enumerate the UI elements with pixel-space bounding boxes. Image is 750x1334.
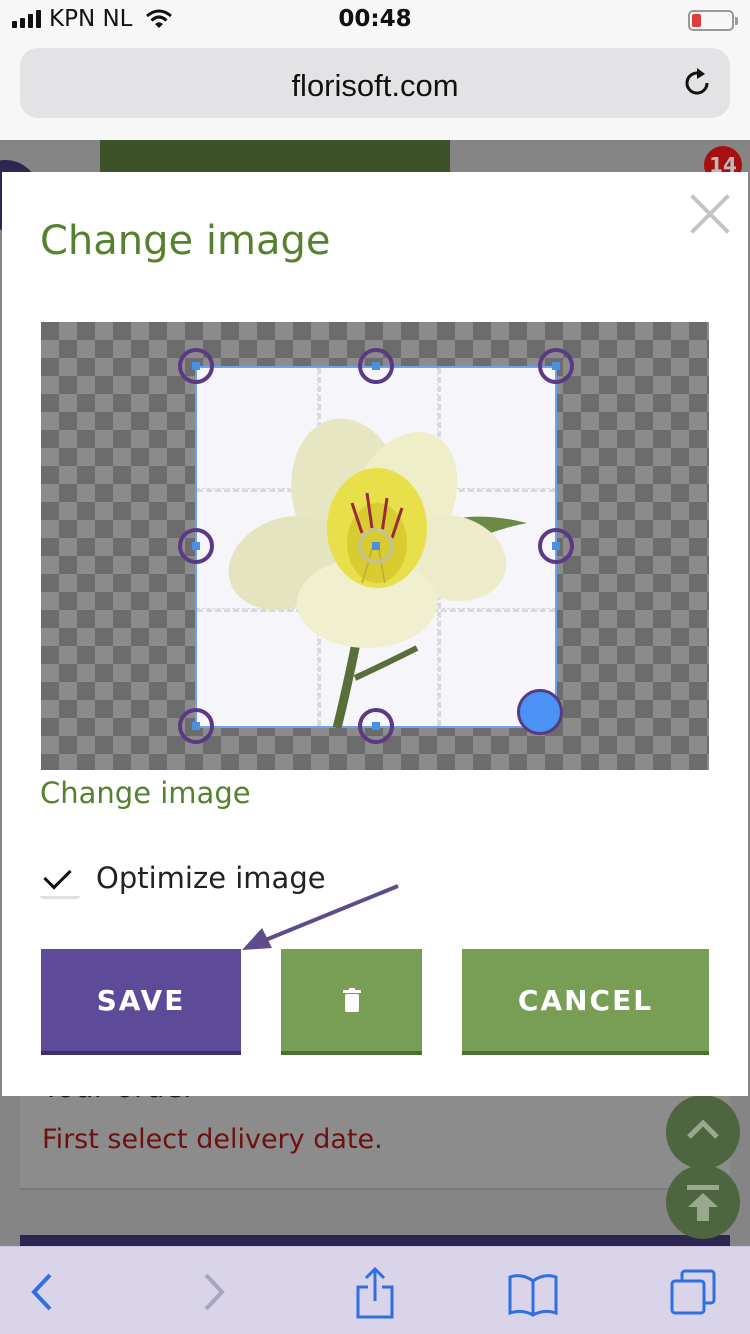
status-time: 00:48 <box>338 6 412 32</box>
trash-icon <box>342 988 361 1012</box>
tabs-icon[interactable] <box>666 1265 720 1319</box>
scroll-top-icon <box>687 1185 719 1221</box>
address-bar[interactable]: florisoft.com <box>20 48 730 118</box>
bookmarks-icon[interactable] <box>506 1265 560 1319</box>
url-text[interactable]: florisoft.com <box>20 68 730 104</box>
browser-chrome: florisoft.com <box>0 40 750 140</box>
crop-handle-top-right[interactable] <box>538 348 574 384</box>
back-icon[interactable] <box>16 1265 70 1319</box>
delete-button[interactable] <box>281 949 422 1055</box>
share-icon[interactable] <box>348 1265 402 1319</box>
close-icon[interactable] <box>690 194 730 234</box>
status-bar: KPN NL 00:48 <box>0 0 750 40</box>
crop-handle-bottom-left[interactable] <box>178 708 214 744</box>
annotation-arrow <box>242 884 399 950</box>
forward-icon[interactable] <box>186 1265 240 1319</box>
modal-title: Change image <box>40 218 331 264</box>
save-button[interactable]: SAVE <box>41 949 241 1055</box>
reload-icon[interactable] <box>680 66 714 100</box>
browser-toolbar <box>0 1246 750 1334</box>
change-image-link[interactable]: Change image <box>40 776 251 810</box>
scroll-up-button[interactable] <box>666 1095 740 1169</box>
flower-image <box>228 418 527 728</box>
delivery-date-message: First select delivery date. <box>42 1124 383 1155</box>
crop-handle-right[interactable] <box>538 528 574 564</box>
battery-icon <box>688 10 738 31</box>
change-image-modal: Change image Change image Optimize image… <box>2 172 748 1096</box>
cancel-button[interactable]: CANCEL <box>462 949 709 1055</box>
crop-handle-top[interactable] <box>358 348 394 384</box>
image-crop-editor[interactable] <box>41 322 709 770</box>
crop-resize-handle[interactable] <box>517 689 563 735</box>
crop-handle-top-left[interactable] <box>178 348 214 384</box>
crop-center-handle[interactable] <box>358 528 394 564</box>
crop-handle-bottom[interactable] <box>358 708 394 744</box>
chevron-up-icon <box>687 1119 719 1139</box>
scroll-to-top-button[interactable] <box>666 1165 740 1239</box>
optimize-checkbox[interactable] <box>40 857 80 899</box>
battery-level <box>692 14 702 27</box>
crop-handle-left[interactable] <box>178 528 214 564</box>
